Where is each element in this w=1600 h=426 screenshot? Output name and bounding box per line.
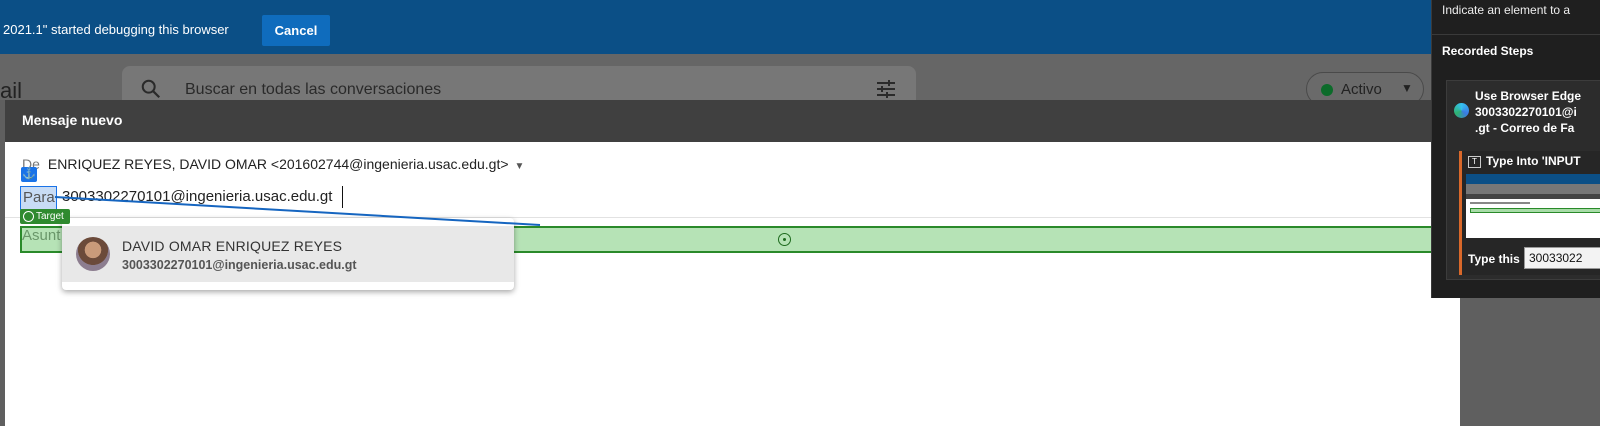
anchor-icon: ⚓ xyxy=(21,167,37,182)
from-value[interactable]: ENRIQUEZ REYES, DAVID OMAR <201602744@in… xyxy=(48,156,509,172)
chevron-down-icon[interactable]: ▼ xyxy=(515,161,525,172)
type-this-input[interactable]: 30033022 xyxy=(1524,247,1600,269)
compose-title: Mensaje nuevo xyxy=(22,112,123,128)
compose-title-bar[interactable]: Mensaje nuevo xyxy=(5,100,1460,142)
status-dot xyxy=(1321,84,1333,96)
crosshair-icon xyxy=(778,233,791,246)
recorder-panel: Indicate an element to a Recorded Steps … xyxy=(1431,0,1600,298)
search-input[interactable]: Buscar en todas las conversaciones xyxy=(185,81,441,99)
cancel-debug-button[interactable]: Cancel xyxy=(262,15,330,46)
search-icon[interactable] xyxy=(140,78,162,100)
type-into-step[interactable]: T Type Into 'INPUT Type this 30033022 xyxy=(1459,151,1600,275)
use-browser-line-1: Use Browser Edge xyxy=(1475,89,1582,103)
to-label: Para xyxy=(20,186,57,210)
use-browser-line-3: .gt - Correo de Fa xyxy=(1475,121,1575,135)
type-into-icon: T xyxy=(1468,156,1481,168)
target-icon xyxy=(23,211,34,222)
type-into-title: Type Into 'INPUT xyxy=(1486,154,1581,168)
to-row: Para 3003302270101@ingenieria.usac.edu.g… xyxy=(5,182,1460,218)
use-browser-line-2: 3003302270101@i xyxy=(1475,105,1577,119)
suggestion-email: 3003302270101@ingenieria.usac.edu.gt xyxy=(122,258,357,272)
use-browser-step[interactable]: Use Browser Edge 3003302270101@i .gt - C… xyxy=(1446,80,1600,280)
indicate-instruction: Indicate an element to a xyxy=(1442,3,1571,17)
debug-message: 2021.1" started debugging this browser xyxy=(3,22,229,37)
status-label: Activo xyxy=(1341,81,1382,98)
divider xyxy=(1432,34,1600,35)
filter-icon[interactable] xyxy=(874,77,898,101)
text-cursor xyxy=(342,186,343,208)
target-badge: Target xyxy=(20,209,70,224)
use-browser-text: Use Browser Edge 3003302270101@i .gt - C… xyxy=(1475,88,1581,136)
type-this-label: Type this xyxy=(1468,252,1520,266)
avatar xyxy=(76,237,110,271)
from-row[interactable]: De ENRIQUEZ REYES, DAVID OMAR <201602744@… xyxy=(22,156,524,172)
screen: 2021.1" started debugging this browser C… xyxy=(0,0,1600,426)
recorded-steps-title: Recorded Steps xyxy=(1442,44,1534,58)
autocomplete-dropdown: DAVID OMAR ENRIQUEZ REYES 3003302270101@… xyxy=(62,218,514,290)
suggestion-name: DAVID OMAR ENRIQUEZ REYES xyxy=(122,238,343,254)
target-label: Target xyxy=(36,211,64,222)
step-thumbnail xyxy=(1466,174,1600,238)
gmail-header: ail Buscar en todas las conversaciones xyxy=(0,54,1460,112)
edge-browser-icon xyxy=(1454,103,1469,118)
to-input[interactable]: 3003302270101@ingenieria.usac.edu.gt xyxy=(62,188,332,205)
autocomplete-item[interactable]: DAVID OMAR ENRIQUEZ REYES 3003302270101@… xyxy=(62,226,514,282)
debug-banner: 2021.1" started debugging this browser C… xyxy=(0,0,1460,54)
chevron-down-icon: ▼ xyxy=(1401,81,1413,95)
